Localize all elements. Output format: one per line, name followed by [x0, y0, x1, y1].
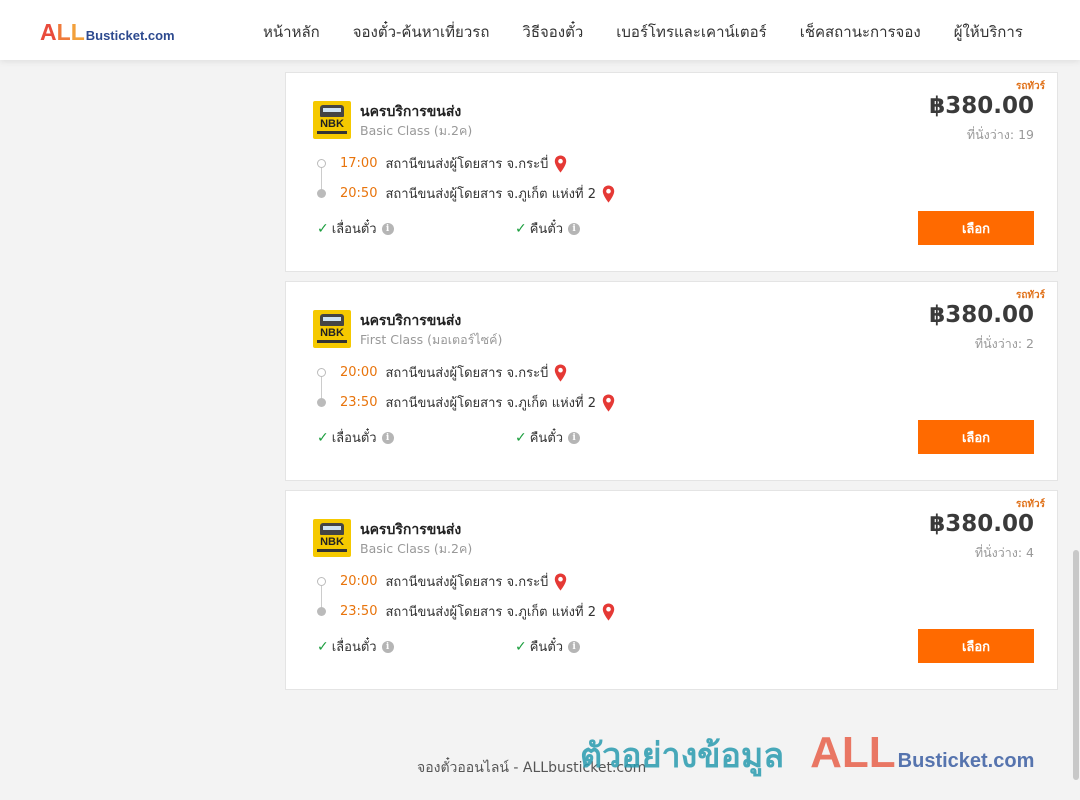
arrival-stop: 23:50 สถานีขนส่งผู้โดยสาร จ.ภูเก็ต แห่งท… — [340, 601, 615, 622]
info-icon[interactable]: i — [568, 640, 581, 653]
select-trip-button[interactable]: เลือก — [918, 420, 1034, 454]
scrollbar-thumb[interactable] — [1073, 550, 1079, 780]
departure-place: สถานีขนส่งผู้โดยสาร จ.กระบี่ — [385, 157, 549, 172]
info-icon[interactable]: i — [381, 640, 394, 653]
trip-card: รถทัวร์ NBK นครบริการขนส่ง First Class (… — [285, 281, 1058, 481]
bus-icon — [320, 523, 344, 535]
ticket-price: ฿380.00 — [929, 302, 1034, 328]
operator-name: นครบริการขนส่ง — [360, 104, 462, 120]
nav-operators[interactable]: ผู้ให้บริการ — [954, 20, 1023, 44]
bus-type-badge: รถทัวร์ — [1015, 290, 1045, 301]
seats-available: ที่นั่งว่าง: 2 — [974, 336, 1034, 351]
check-icon: ✓ — [317, 429, 329, 446]
site-header: ALL Busticket.com หน้าหลัก จองตั๋ว-ค้นหา… — [0, 0, 1080, 60]
departure-stop: 17:00 สถานีขนส่งผู้โดยสาร จ.กระบี่ — [340, 153, 567, 174]
nav-check-booking[interactable]: เช็คสถานะการจอง — [800, 20, 921, 44]
operator-name: นครบริการขนส่ง — [360, 522, 462, 538]
feature-refund: ✓ คืนตั๋ว i — [515, 636, 581, 657]
feature-reschedule: ✓ เลื่อนตั๋ว i — [317, 427, 394, 448]
trip-card: รถทัวร์ NBK นครบริการขนส่ง Basic Class (… — [285, 490, 1058, 690]
watermark-text: ตัวอย่างข้อมูล — [580, 736, 785, 776]
arrival-dot-icon — [317, 189, 326, 198]
arrival-place: สถานีขนส่งผู้โดยสาร จ.ภูเก็ต แห่งที่ 2 — [385, 605, 597, 620]
departure-place: สถานีขนส่งผู้โดยสาร จ.กระบี่ — [385, 575, 549, 590]
arrival-stop: 23:50 สถานีขนส่งผู้โดยสาร จ.ภูเก็ต แห่งท… — [340, 392, 615, 413]
bus-class: First Class (มอเตอร์ไซค์) — [360, 332, 503, 347]
logo-all-text: ALL — [40, 19, 85, 45]
map-pin-icon[interactable] — [554, 364, 567, 382]
operator-logo: NBK — [313, 101, 351, 139]
map-pin-icon[interactable] — [602, 603, 615, 621]
arrival-stop: 20:50 สถานีขนส่งผู้โดยสาร จ.ภูเก็ต แห่งท… — [340, 183, 615, 204]
site-logo[interactable]: ALL Busticket.com — [40, 19, 175, 46]
map-pin-icon[interactable] — [602, 394, 615, 412]
check-icon: ✓ — [515, 429, 527, 446]
map-pin-icon[interactable] — [554, 155, 567, 173]
check-icon: ✓ — [515, 638, 527, 655]
info-icon[interactable]: i — [381, 222, 394, 235]
arrival-place: สถานีขนส่งผู้โดยสาร จ.ภูเก็ต แห่งที่ 2 — [385, 396, 597, 411]
departure-time: 20:00 — [340, 365, 378, 380]
bus-type-badge: รถทัวร์ — [1015, 81, 1045, 92]
feature-refund: ✓ คืนตั๋ว i — [515, 218, 581, 239]
operator-name: นครบริการขนส่ง — [360, 313, 462, 329]
bus-class: Basic Class (ม.2ค) — [360, 541, 473, 556]
arrival-time: 20:50 — [340, 186, 378, 201]
feature-reschedule: ✓ เลื่อนตั๋ว i — [317, 218, 394, 239]
nav-home[interactable]: หน้าหลัก — [263, 20, 320, 44]
ticket-price: ฿380.00 — [929, 93, 1034, 119]
departure-dot-icon — [317, 368, 326, 377]
nav-book-search[interactable]: จองตั๋ว-ค้นหาเที่ยวรถ — [353, 20, 490, 44]
departure-stop: 20:00 สถานีขนส่งผู้โดยสาร จ.กระบี่ — [340, 362, 567, 383]
bus-class: Basic Class (ม.2ค) — [360, 123, 473, 138]
select-trip-button[interactable]: เลือก — [918, 211, 1034, 245]
operator-logo: NBK — [313, 519, 351, 557]
watermark-logo-all: ALL — [810, 728, 896, 777]
check-icon: ✓ — [317, 220, 329, 237]
seats-available: ที่นั่งว่าง: 4 — [974, 545, 1034, 560]
map-pin-icon[interactable] — [554, 573, 567, 591]
trip-card: รถทัวร์ NBK นครบริการขนส่ง Basic Class (… — [285, 72, 1058, 272]
arrival-dot-icon — [317, 398, 326, 407]
arrival-place: สถานีขนส่งผู้โดยสาร จ.ภูเก็ต แห่งที่ 2 — [385, 187, 597, 202]
watermark-logo-rest: Busticket.com — [897, 750, 1035, 772]
bus-type-badge: รถทัวร์ — [1015, 499, 1045, 510]
check-icon: ✓ — [317, 638, 329, 655]
departure-place: สถานีขนส่งผู้โดยสาร จ.กระบี่ — [385, 366, 549, 381]
seats-available: ที่นั่งว่าง: 19 — [966, 127, 1034, 142]
departure-time: 17:00 — [340, 156, 378, 171]
departure-time: 20:00 — [340, 574, 378, 589]
operator-logo: NBK — [313, 310, 351, 348]
departure-dot-icon — [317, 577, 326, 586]
nav-phone-counter[interactable]: เบอร์โทรและเคาน์เตอร์ — [616, 20, 766, 44]
main-nav: หน้าหลัก จองตั๋ว-ค้นหาเที่ยวรถ วิธีจองตั… — [263, 20, 1023, 44]
arrival-time: 23:50 — [340, 604, 378, 619]
map-pin-icon[interactable] — [602, 185, 615, 203]
info-icon[interactable]: i — [381, 431, 394, 444]
page-scrollbar[interactable] — [1072, 60, 1080, 800]
feature-reschedule: ✓ เลื่อนตั๋ว i — [317, 636, 394, 657]
arrival-time: 23:50 — [340, 395, 378, 410]
bus-icon — [320, 314, 344, 326]
arrival-dot-icon — [317, 607, 326, 616]
departure-stop: 20:00 สถานีขนส่งผู้โดยสาร จ.กระบี่ — [340, 571, 567, 592]
ticket-price: ฿380.00 — [929, 511, 1034, 537]
select-trip-button[interactable]: เลือก — [918, 629, 1034, 663]
logo-busticket-text: Busticket.com — [85, 28, 175, 43]
departure-dot-icon — [317, 159, 326, 168]
feature-refund: ✓ คืนตั๋ว i — [515, 427, 581, 448]
info-icon[interactable]: i — [568, 431, 581, 444]
bus-icon — [320, 105, 344, 117]
nav-how-to-book[interactable]: วิธีจองตั๋ว — [522, 20, 583, 44]
check-icon: ✓ — [515, 220, 527, 237]
info-icon[interactable]: i — [568, 222, 581, 235]
watermark: ตัวอย่างข้อมูล ALL Busticket.com — [580, 728, 1034, 782]
